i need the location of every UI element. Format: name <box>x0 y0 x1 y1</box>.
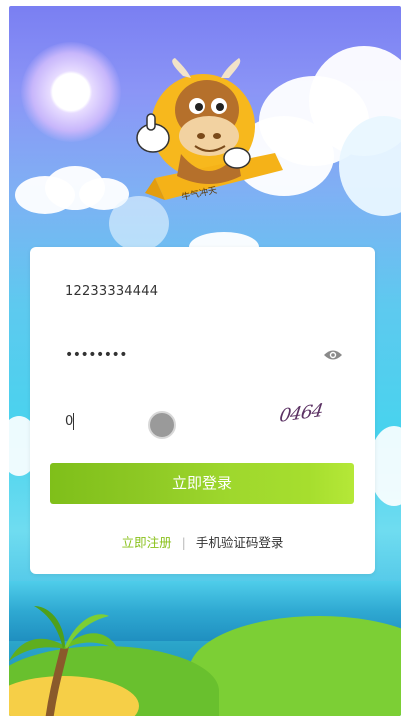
captcha-image[interactable]: 0464 <box>278 400 342 429</box>
palm-tree-icon <box>9 606 119 716</box>
link-separator: | <box>181 535 186 550</box>
bull-mascot-icon: 牛气冲天 <box>136 58 283 203</box>
sms-login-link[interactable]: 手机验证码登录 <box>196 535 284 550</box>
password-value: •••••••• <box>65 347 128 363</box>
captcha-code: 0464 <box>278 400 324 427</box>
sun <box>21 42 121 142</box>
phone-value: 12233334444 <box>65 284 159 299</box>
text-cursor <box>73 413 74 430</box>
login-card: 12233334444 •••••••• 0 0464 立即登录 立即注册 | 手机… <box>30 247 375 574</box>
footer-links: 立即注册 | 手机验证码登录 <box>30 532 375 551</box>
touch-pointer <box>148 411 176 439</box>
login-button[interactable]: 立即登录 <box>50 463 354 504</box>
eye-icon[interactable] <box>323 348 343 362</box>
login-button-label: 立即登录 <box>171 474 232 492</box>
phone-input[interactable]: 12233334444 <box>30 274 375 314</box>
register-link[interactable]: 立即注册 <box>122 535 172 550</box>
